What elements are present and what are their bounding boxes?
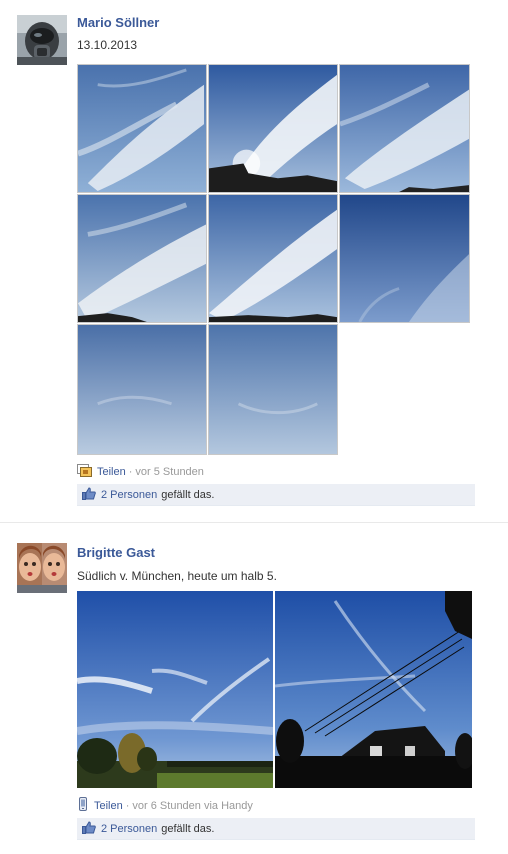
post-message: 13.10.2013 (77, 38, 138, 52)
photo-thumbnail[interactable] (339, 64, 470, 193)
photo-thumbnail[interactable] (208, 64, 338, 193)
photo-grid (77, 64, 470, 456)
photo-thumbnail[interactable] (77, 64, 207, 193)
post-message: Südlich v. München, heute um halb 5. (77, 569, 277, 583)
photo-thumbnail[interactable] (77, 591, 273, 788)
avatar[interactable] (17, 543, 67, 593)
post-divider (0, 522, 508, 523)
meta-separator: · (128, 466, 133, 478)
pilot-helmet-avatar-icon (17, 15, 67, 65)
likes-text: gefällt das. (161, 822, 215, 835)
post-meta: Teilen · vor 6 Stunden via Handy (77, 797, 253, 814)
thumbs-up-icon (82, 486, 96, 503)
likes-text: gefällt das. (161, 488, 215, 501)
avatar[interactable] (17, 15, 67, 65)
photo-thumbnail[interactable] (77, 194, 207, 323)
post-meta: Teilen · vor 5 Stunden (77, 464, 204, 480)
photo-thumbnail[interactable] (208, 324, 338, 455)
thumbs-up-icon (82, 820, 96, 837)
meta-separator: · (125, 799, 130, 812)
share-link[interactable]: Teilen (97, 466, 126, 478)
photo-thumbnail[interactable] (339, 194, 470, 323)
likes-people-link[interactable]: 2 Personen (101, 823, 157, 835)
post-timestamp[interactable]: vor 6 Stunden via Handy (132, 800, 252, 812)
likes-bar: 2 Personen gefällt das. (77, 818, 475, 840)
mirrored-faces-avatar-icon (17, 543, 67, 593)
mobile-phone-icon (77, 797, 89, 814)
post-author-name[interactable]: Mario Söllner (77, 15, 159, 30)
photo-thumbnail[interactable] (275, 591, 472, 788)
likes-bar: 2 Personen gefällt das. (77, 484, 475, 506)
feed-post-mario: Mario Söllner 13.10.2013 Teilen · vor 5 … (0, 0, 508, 520)
share-link[interactable]: Teilen (94, 800, 123, 812)
post-author-name[interactable]: Brigitte Gast (77, 545, 155, 560)
photo-thumbnail[interactable] (208, 194, 338, 323)
share-photo-icon (77, 464, 92, 480)
likes-people-link[interactable]: 2 Personen (101, 489, 157, 501)
photo-thumbnail[interactable] (77, 324, 207, 455)
post-timestamp[interactable]: vor 5 Stunden (135, 466, 204, 478)
